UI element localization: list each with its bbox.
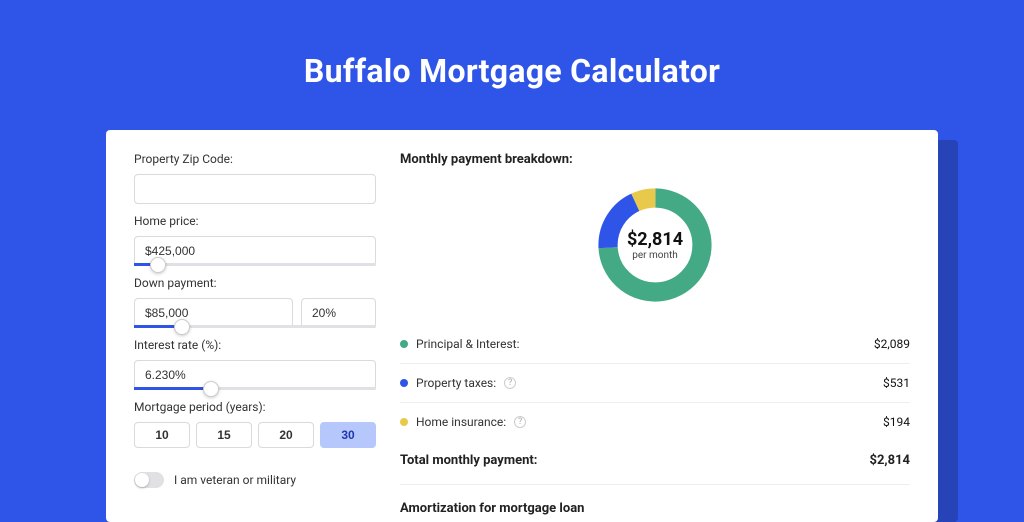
interest-rate-label: Interest rate (%): <box>134 338 376 352</box>
legend-dot <box>400 379 408 387</box>
legend-label: Home insurance: <box>416 415 506 429</box>
down-payment-slider[interactable] <box>134 325 376 328</box>
slider-thumb[interactable] <box>203 381 219 397</box>
legend-label: Principal & Interest: <box>416 337 520 351</box>
results-column: Monthly payment breakdown: $2,814 per mo… <box>400 152 910 500</box>
info-icon[interactable]: ? <box>504 377 516 389</box>
zip-label: Property Zip Code: <box>134 152 376 166</box>
interest-rate-input[interactable] <box>134 360 376 390</box>
slider-thumb[interactable] <box>174 319 190 335</box>
breakdown-legend: Principal & Interest: $2,089 Property taxe… <box>400 325 910 441</box>
legend-row-property_taxes: Property taxes:? $531 <box>400 364 910 403</box>
down-payment-amount-input[interactable] <box>134 298 293 328</box>
home-price-slider[interactable] <box>134 263 376 266</box>
donut-sublabel: per month <box>632 250 678 261</box>
home-price-input[interactable] <box>134 236 376 266</box>
down-payment-percent-input[interactable] <box>301 298 376 328</box>
total-value: $2,814 <box>870 453 911 468</box>
veteran-label: I am veteran or military <box>174 473 296 487</box>
inputs-column: Property Zip Code: Home price: Down paym… <box>134 152 376 500</box>
total-row: Total monthly payment: $2,814 <box>400 441 910 484</box>
zip-input[interactable] <box>134 174 376 204</box>
veteran-toggle[interactable] <box>134 472 164 488</box>
period-button-15[interactable]: 15 <box>196 422 252 448</box>
calculator-panel: Property Zip Code: Home price: Down paym… <box>106 130 938 522</box>
period-button-30[interactable]: 30 <box>320 422 376 448</box>
page-title: Buffalo Mortgage Calculator <box>0 52 1024 90</box>
interest-rate-slider[interactable] <box>134 387 376 390</box>
mortgage-period-buttons: 10152030 <box>134 422 376 448</box>
legend-dot <box>400 340 408 348</box>
period-button-20[interactable]: 20 <box>258 422 314 448</box>
legend-value: $194 <box>883 415 910 429</box>
legend-value: $2,089 <box>874 337 910 351</box>
total-label: Total monthly payment: <box>400 453 537 468</box>
legend-row-home_insurance: Home insurance:? $194 <box>400 403 910 441</box>
legend-row-principal_interest: Principal & Interest: $2,089 <box>400 325 910 364</box>
down-payment-label: Down payment: <box>134 276 376 290</box>
toggle-knob <box>135 473 149 487</box>
slider-thumb[interactable] <box>150 257 166 273</box>
home-price-label: Home price: <box>134 214 376 228</box>
amortization-head: Amortization for mortgage loan <box>400 501 910 516</box>
legend-value: $531 <box>883 376 910 390</box>
mortgage-period-label: Mortgage period (years): <box>134 400 376 414</box>
info-icon[interactable]: ? <box>514 416 526 428</box>
donut-amount: $2,814 <box>627 229 683 250</box>
legend-label: Property taxes: <box>416 376 496 390</box>
period-button-10[interactable]: 10 <box>134 422 190 448</box>
breakdown-title: Monthly payment breakdown: <box>400 152 910 167</box>
legend-dot <box>400 418 408 426</box>
